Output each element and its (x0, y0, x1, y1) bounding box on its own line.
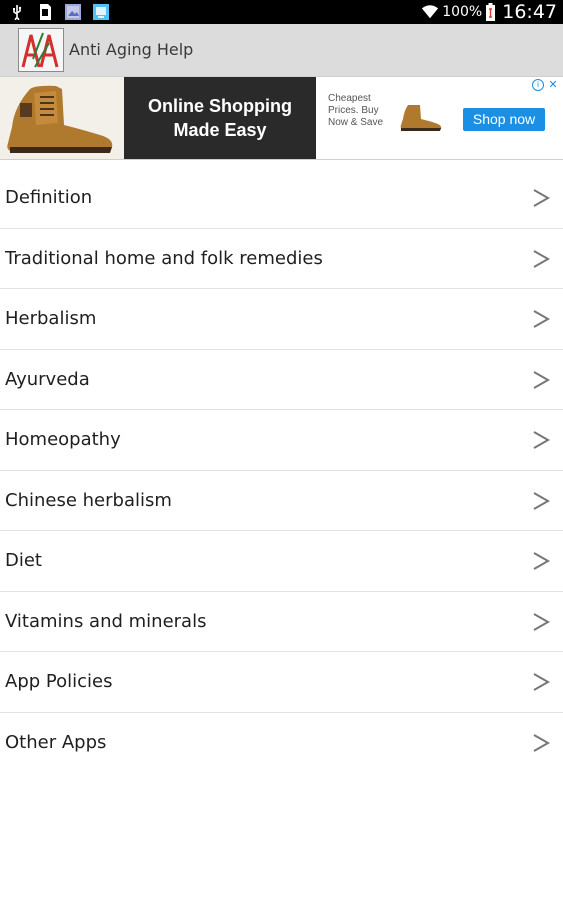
ad-info-icon[interactable]: i (532, 79, 544, 91)
list-item-label: Herbalism (5, 308, 97, 329)
list-item-label: App Policies (5, 671, 113, 692)
ad-choices[interactable]: i ✕ (532, 79, 559, 91)
ad-headline: Online Shopping Made Easy (148, 96, 292, 140)
chevron-right-icon (533, 552, 551, 570)
app-logo[interactable] (18, 28, 64, 72)
chevron-right-icon (533, 491, 551, 510)
status-bar: 100% 16:47 (0, 0, 563, 24)
chevron-right-icon (533, 310, 551, 328)
chevron-right-icon (533, 431, 551, 449)
list-item-definition[interactable]: Definition (0, 168, 563, 229)
list-item-label: Other Apps (5, 731, 107, 753)
screenshot-icon (92, 3, 110, 21)
ad-headline-panel[interactable]: Online Shopping Made Easy (124, 77, 316, 159)
chevron-right-icon (533, 612, 551, 631)
list-item-herbalism[interactable]: Herbalism (0, 289, 563, 350)
list-item-label: Homeopathy (5, 429, 121, 450)
menu-list: Definition Traditional home and folk rem… (0, 168, 563, 773)
list-item-label: Ayurveda (5, 368, 90, 390)
clock: 16:47 (502, 1, 557, 23)
sd-card-icon (36, 3, 54, 21)
list-item-label: Vitamins and minerals (5, 610, 207, 632)
chevron-right-icon (533, 733, 551, 752)
gallery-icon (64, 3, 82, 21)
chevron-right-icon (533, 249, 551, 268)
chevron-right-icon (533, 189, 551, 207)
list-item-app-policies[interactable]: App Policies (0, 652, 563, 713)
ad-body-text: Cheapest Prices. Buy Now & Save (328, 93, 384, 128)
list-item-vitamins-minerals[interactable]: Vitamins and minerals (0, 592, 563, 652)
list-item-label: Chinese herbalism (5, 489, 172, 511)
list-item-label: Traditional home and folk remedies (5, 247, 323, 269)
app-logo-icon (19, 29, 63, 71)
list-item-ayurveda[interactable]: Ayurveda (0, 350, 563, 410)
ad-boot-image[interactable] (0, 77, 124, 159)
chevron-right-icon (533, 370, 551, 389)
ad-banner[interactable]: Online Shopping Made Easy Cheapest Prices… (0, 76, 563, 160)
ad-close-icon[interactable]: ✕ (547, 79, 559, 91)
action-bar: Anti Aging Help (0, 24, 563, 76)
notification-icons (8, 2, 110, 22)
list-item-diet[interactable]: Diet (0, 531, 563, 592)
list-item-label: Definition (5, 187, 93, 208)
app-title: Anti Aging Help (69, 40, 194, 59)
battery-icon (485, 3, 495, 21)
list-item-chinese-herbalism[interactable]: Chinese herbalism (0, 471, 563, 531)
usb-icon (8, 3, 26, 21)
list-item-other-apps[interactable]: Other Apps (0, 713, 563, 774)
shop-now-button[interactable]: Shop now (463, 108, 545, 131)
list-item-homeopathy[interactable]: Homeopathy (0, 410, 563, 471)
system-status: 100% 16:47 (421, 0, 557, 24)
battery-percent: 100% (442, 4, 483, 20)
list-item-traditional-remedies[interactable]: Traditional home and folk remedies (0, 229, 563, 289)
wifi-icon (421, 3, 439, 21)
ad-boot-thumbnail[interactable] (398, 101, 444, 135)
list-item-label: Diet (5, 550, 42, 571)
chevron-right-icon (533, 673, 551, 691)
